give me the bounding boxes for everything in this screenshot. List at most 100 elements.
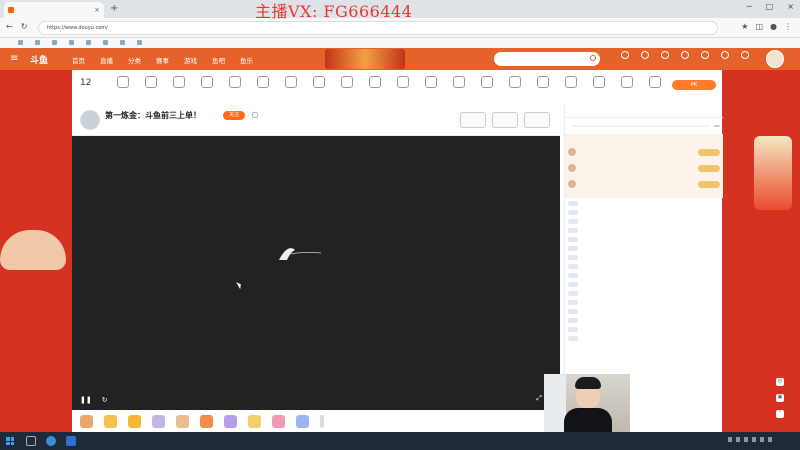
category-item[interactable] [642,76,668,91]
new-tab-button[interactable]: + [110,3,118,14]
bookmark-item[interactable] [69,40,76,46]
header-icon-item[interactable] [638,51,652,60]
streamer-avatar[interactable] [80,110,100,130]
browser-taskbar-icon[interactable] [46,436,56,446]
gift-icon[interactable] [104,414,117,428]
gift-icon[interactable] [224,414,237,428]
nav-item[interactable]: 赛事 [156,55,169,65]
bookmark-item[interactable] [52,40,59,46]
category-item[interactable] [334,76,360,91]
category-item[interactable] [306,76,332,91]
header-icon-item[interactable] [618,51,632,60]
bookmark-item[interactable] [35,40,42,46]
category-item[interactable] [446,76,472,91]
download-button[interactable] [524,112,550,128]
category-item[interactable] [278,76,304,91]
category-item[interactable] [502,76,528,91]
header-icon-item[interactable] [698,51,712,60]
user-avatar[interactable] [766,50,784,68]
profile-icon[interactable]: ● [770,22,777,31]
maximize-icon[interactable]: □ [766,2,774,11]
side-promo[interactable] [752,136,794,216]
tool-icon[interactable]: ⌃ [776,410,784,418]
tool-icon[interactable]: ▣ [776,394,784,402]
tray-icon[interactable] [736,437,740,442]
gift-icon[interactable] [272,414,285,428]
category-item[interactable] [194,76,220,91]
bookmark-item[interactable] [137,40,144,46]
noble-row[interactable] [568,146,720,158]
task-view-icon[interactable] [26,436,36,446]
share-icon[interactable] [252,112,258,118]
chat-sub-button[interactable] [714,125,720,127]
bookmark-item[interactable] [103,40,110,46]
noble-row[interactable] [568,162,720,174]
category-item[interactable] [474,76,500,91]
category-item[interactable] [558,76,584,91]
tray-icon[interactable] [728,437,732,442]
bookmark-item[interactable] [86,40,93,46]
search-input[interactable] [494,52,600,66]
nav-item[interactable]: 鱼乐 [240,55,253,65]
back-icon[interactable]: ← [6,22,13,31]
category-item[interactable] [222,76,248,91]
pk-button[interactable]: PK [672,80,716,90]
category-item[interactable] [110,76,136,91]
tray-icon[interactable] [744,437,748,442]
gift-icon[interactable] [200,414,213,428]
video-player[interactable]: ❚❚ ↻ ⤢ [72,136,560,410]
site-logo[interactable]: 斗鱼 [30,53,48,66]
bookmark-item[interactable] [120,40,127,46]
gift-icon[interactable] [80,414,93,428]
nav-item[interactable]: 分类 [128,55,141,65]
menu-hamburger-icon[interactable]: ≡ [10,53,18,64]
category-item[interactable] [250,76,276,91]
noble-row[interactable] [568,178,720,190]
tool-icon[interactable]: ◎ [776,378,784,386]
nav-item[interactable]: 首页 [72,55,85,65]
category-item[interactable] [586,76,612,91]
event-banner[interactable] [325,49,405,69]
tray-icon[interactable] [760,437,764,442]
report-button[interactable] [460,112,486,128]
gift-icon[interactable] [152,414,165,428]
gift-icon[interactable] [176,414,189,428]
tray-icon[interactable] [768,437,772,442]
app-taskbar-icon[interactable] [66,436,76,446]
nav-item[interactable]: 直播 [100,55,113,65]
header-icon-item[interactable] [678,51,692,60]
bookmark-star-icon[interactable]: ★ [741,22,748,31]
refresh-icon[interactable]: ↻ [102,396,108,404]
gift-icon[interactable] [128,414,141,428]
gift-arrow-icon[interactable] [320,414,324,428]
browser-tab[interactable]: × [4,2,104,18]
search-icon[interactable] [590,55,596,61]
header-promo[interactable] [274,52,306,67]
pause-icon[interactable]: ❚❚ [80,396,92,404]
category-item[interactable] [390,76,416,91]
header-icon-item[interactable] [718,51,732,60]
gift-icon[interactable] [296,414,309,428]
extensions-icon[interactable]: ◫ [755,22,763,31]
header-icon-item[interactable] [658,51,672,60]
tab-close-icon[interactable]: × [94,6,100,14]
reload-icon[interactable]: ↻ [21,22,28,31]
header-icon-item[interactable] [738,51,752,60]
category-item[interactable] [138,76,164,91]
tray-icon[interactable] [752,437,756,442]
share-button[interactable] [492,112,518,128]
nav-item[interactable]: 鱼吧 [212,55,225,65]
category-item[interactable] [166,76,192,91]
follow-button[interactable]: 关注 [223,111,245,120]
windows-start-icon[interactable] [6,437,14,445]
bookmark-item[interactable] [18,40,25,46]
menu-icon[interactable]: ⋮ [784,22,792,31]
close-window-icon[interactable]: × [787,2,794,11]
fullscreen-icon[interactable]: ⤢ [536,394,542,403]
category-item[interactable] [418,76,444,91]
gift-icon[interactable] [248,414,261,428]
category-item[interactable] [362,76,388,91]
category-item[interactable] [530,76,556,91]
category-item[interactable] [614,76,640,91]
nav-item[interactable]: 游戏 [184,55,197,65]
